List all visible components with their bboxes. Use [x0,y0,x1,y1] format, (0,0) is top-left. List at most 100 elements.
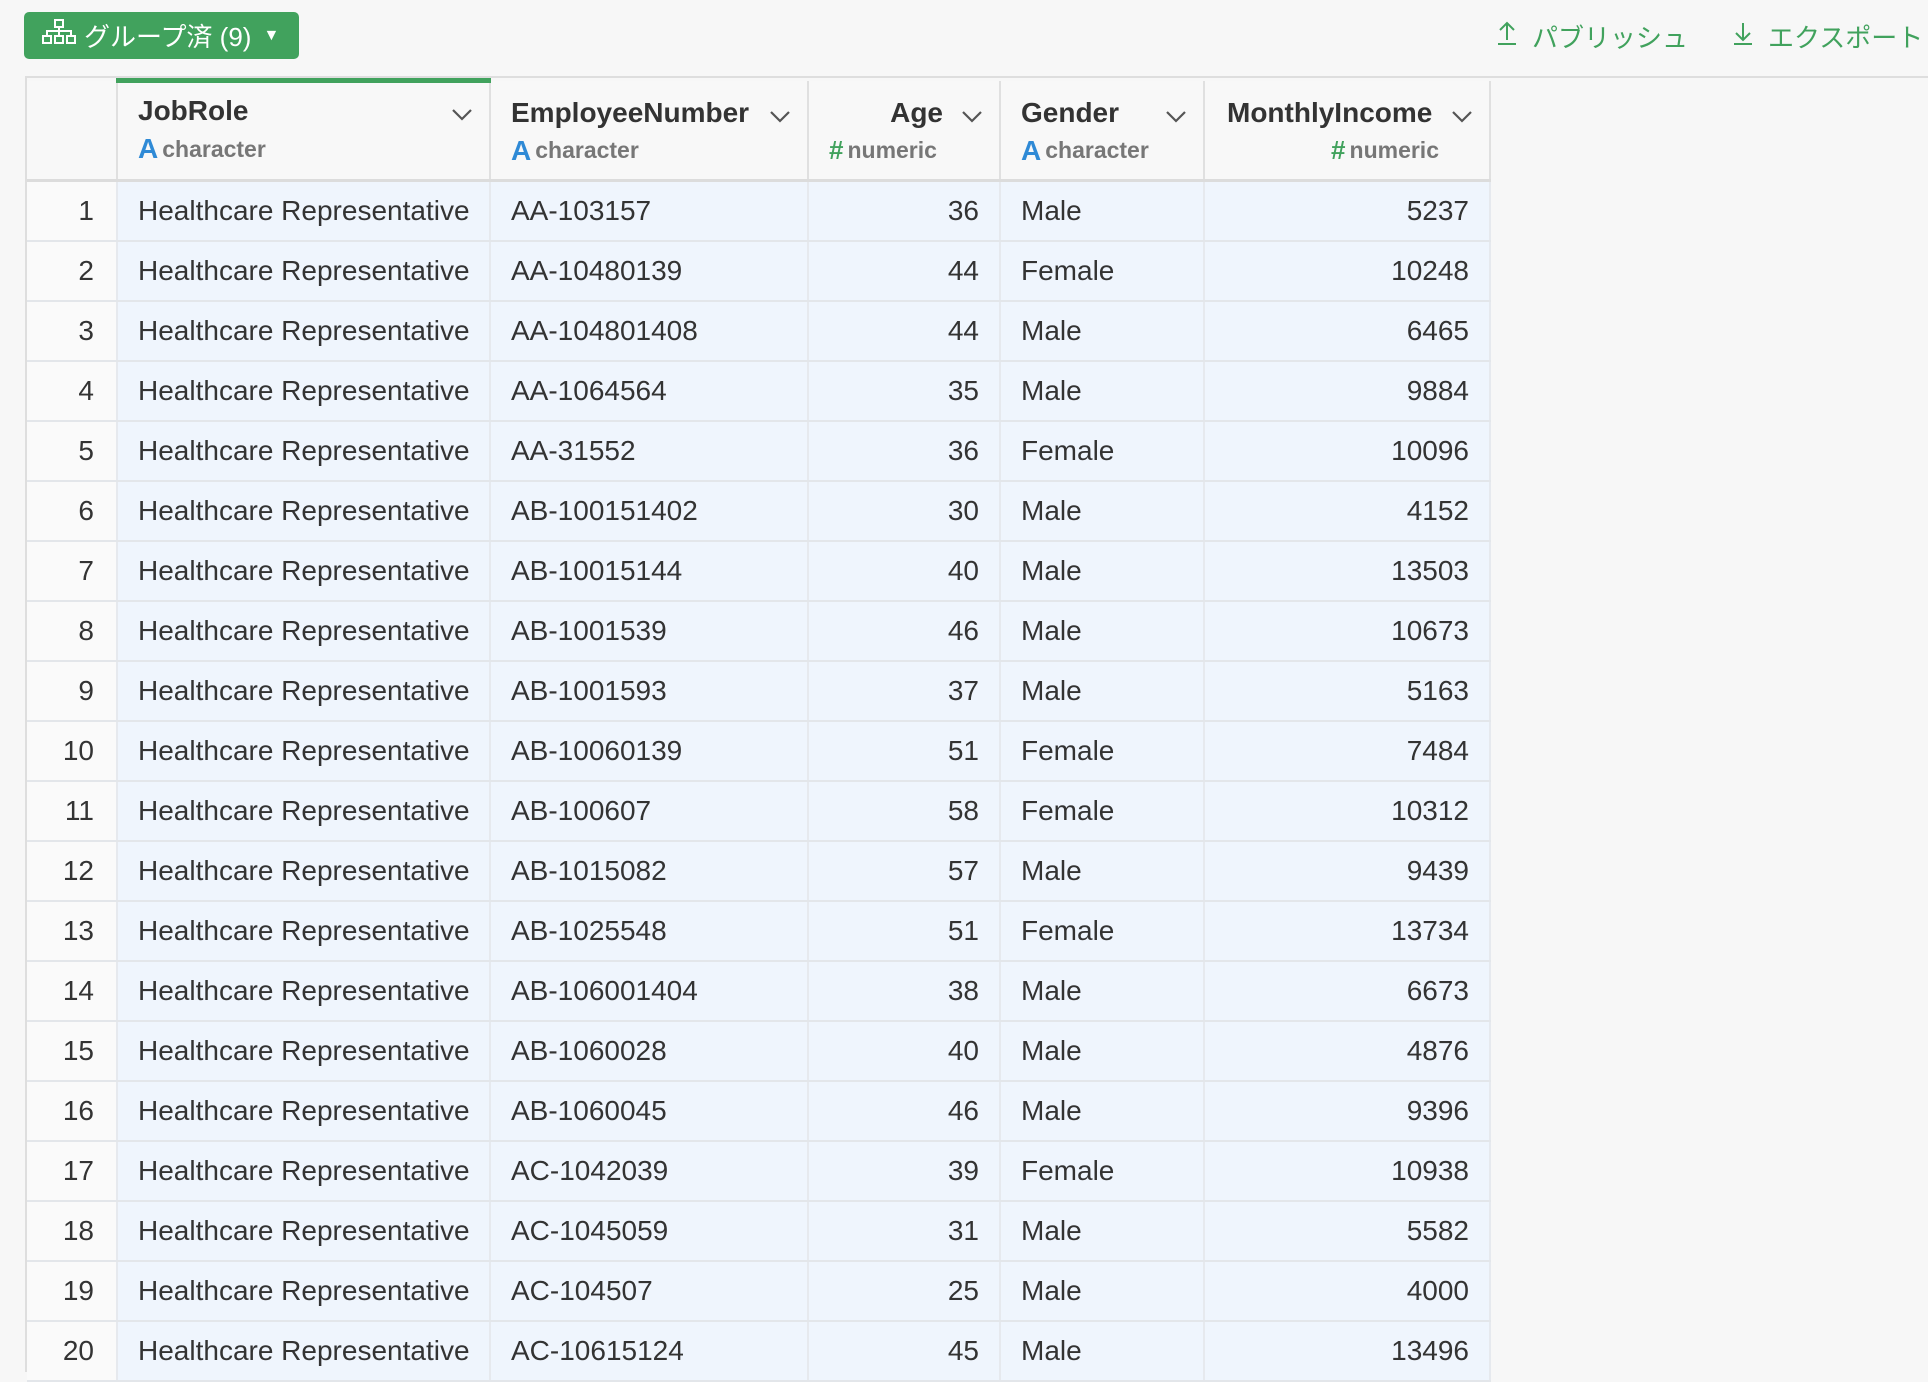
cell-jobrole[interactable]: Healthcare Representative [117,420,491,482]
chevron-down-icon[interactable] [767,103,793,129]
cell-gender[interactable]: Male [1000,660,1205,722]
cell-gender[interactable]: Female [1000,240,1205,302]
cell-age[interactable]: 25 [808,1260,1001,1322]
cell-employeenumber[interactable]: AA-104801408 [490,300,809,362]
cell-monthlyincome[interactable]: 13734 [1204,900,1491,962]
cell-jobrole[interactable]: Healthcare Representative [117,660,491,722]
cell-age[interactable]: 39 [808,1140,1001,1202]
cell-age[interactable]: 46 [808,600,1001,662]
cell-gender[interactable]: Male [1000,960,1205,1022]
cell-employeenumber[interactable]: AC-10615124 [490,1320,809,1382]
cell-jobrole[interactable]: Healthcare Representative [117,720,491,782]
cell-monthlyincome[interactable]: 10673 [1204,600,1491,662]
cell-employeenumber[interactable]: AB-1015082 [490,840,809,902]
cell-monthlyincome[interactable]: 10096 [1204,420,1491,482]
column-header-jobrole[interactable]: JobRole A character [117,78,491,182]
cell-gender[interactable]: Female [1000,420,1205,482]
cell-gender[interactable]: Male [1000,1320,1205,1382]
cell-jobrole[interactable]: Healthcare Representative [117,360,491,422]
chevron-down-icon[interactable] [1163,103,1189,129]
cell-employeenumber[interactable]: AB-1001539 [490,600,809,662]
chevron-down-icon[interactable] [959,103,985,129]
cell-jobrole[interactable]: Healthcare Representative [117,900,491,962]
chevron-down-icon[interactable] [1449,103,1475,129]
cell-employeenumber[interactable]: AB-1001593 [490,660,809,722]
cell-gender[interactable]: Male [1000,840,1205,902]
group-button[interactable]: グループ済 (9) ▼ [24,12,300,59]
cell-jobrole[interactable]: Healthcare Representative [117,1020,491,1082]
cell-jobrole[interactable]: Healthcare Representative [117,480,491,542]
cell-age[interactable]: 46 [808,1080,1001,1142]
cell-monthlyincome[interactable]: 9884 [1204,360,1491,422]
cell-employeenumber[interactable]: AB-100151402 [490,480,809,542]
cell-employeenumber[interactable]: AB-100607 [490,780,809,842]
cell-jobrole[interactable]: Healthcare Representative [117,1200,491,1262]
cell-age[interactable]: 58 [808,780,1001,842]
cell-jobrole[interactable]: Healthcare Representative [117,1140,491,1202]
cell-monthlyincome[interactable]: 9396 [1204,1080,1491,1142]
cell-monthlyincome[interactable]: 5163 [1204,660,1491,722]
cell-jobrole[interactable]: Healthcare Representative [117,600,491,662]
cell-jobrole[interactable]: Healthcare Representative [117,1080,491,1142]
cell-jobrole[interactable]: Healthcare Representative [117,1260,491,1322]
cell-monthlyincome[interactable]: 6465 [1204,300,1491,362]
cell-age[interactable]: 31 [808,1200,1001,1262]
cell-employeenumber[interactable]: AA-103157 [490,180,809,242]
cell-age[interactable]: 37 [808,660,1001,722]
cell-jobrole[interactable]: Healthcare Representative [117,540,491,602]
cell-gender[interactable]: Male [1000,1260,1205,1322]
cell-employeenumber[interactable]: AB-1025548 [490,900,809,962]
cell-age[interactable]: 38 [808,960,1001,1022]
cell-gender[interactable]: Male [1000,300,1205,362]
cell-employeenumber[interactable]: AC-1045059 [490,1200,809,1262]
cell-monthlyincome[interactable]: 4152 [1204,480,1491,542]
column-header-monthlyincome[interactable]: MonthlyIncome # numeric [1204,80,1491,182]
cell-monthlyincome[interactable]: 7484 [1204,720,1491,782]
cell-age[interactable]: 30 [808,480,1001,542]
cell-monthlyincome[interactable]: 6673 [1204,960,1491,1022]
cell-employeenumber[interactable]: AB-10060139 [490,720,809,782]
cell-employeenumber[interactable]: AB-10015144 [490,540,809,602]
cell-employeenumber[interactable]: AC-104507 [490,1260,809,1322]
cell-gender[interactable]: Female [1000,900,1205,962]
cell-jobrole[interactable]: Healthcare Representative [117,300,491,362]
cell-gender[interactable]: Male [1000,1080,1205,1142]
cell-monthlyincome[interactable]: 5582 [1204,1200,1491,1262]
cell-monthlyincome[interactable]: 10312 [1204,780,1491,842]
cell-employeenumber[interactable]: AA-10480139 [490,240,809,302]
cell-age[interactable]: 57 [808,840,1001,902]
column-header-employeenumber[interactable]: EmployeeNumber A character [490,80,809,182]
cell-gender[interactable]: Male [1000,360,1205,422]
cell-age[interactable]: 51 [808,720,1001,782]
cell-employeenumber[interactable]: AC-1042039 [490,1140,809,1202]
cell-age[interactable]: 44 [808,240,1001,302]
cell-employeenumber[interactable]: AA-31552 [490,420,809,482]
cell-jobrole[interactable]: Healthcare Representative [117,240,491,302]
cell-age[interactable]: 44 [808,300,1001,362]
cell-monthlyincome[interactable]: 5237 [1204,180,1491,242]
cell-gender[interactable]: Male [1000,180,1205,242]
cell-monthlyincome[interactable]: 4876 [1204,1020,1491,1082]
cell-gender[interactable]: Female [1000,720,1205,782]
cell-gender[interactable]: Female [1000,780,1205,842]
cell-employeenumber[interactable]: AB-106001404 [490,960,809,1022]
cell-monthlyincome[interactable]: 13503 [1204,540,1491,602]
cell-monthlyincome[interactable]: 4000 [1204,1260,1491,1322]
cell-employeenumber[interactable]: AB-1060045 [490,1080,809,1142]
cell-employeenumber[interactable]: AA-1064564 [490,360,809,422]
column-header-age[interactable]: Age # numeric [808,80,1001,182]
cell-gender[interactable]: Male [1000,1020,1205,1082]
cell-gender[interactable]: Male [1000,600,1205,662]
cell-monthlyincome[interactable]: 10938 [1204,1140,1491,1202]
cell-age[interactable]: 51 [808,900,1001,962]
cell-monthlyincome[interactable]: 13496 [1204,1320,1491,1382]
export-button[interactable]: エクスポート [1732,18,1928,55]
cell-jobrole[interactable]: Healthcare Representative [117,1320,491,1382]
cell-gender[interactable]: Male [1000,480,1205,542]
cell-monthlyincome[interactable]: 10248 [1204,240,1491,302]
cell-jobrole[interactable]: Healthcare Representative [117,780,491,842]
cell-jobrole[interactable]: Healthcare Representative [117,180,491,242]
cell-age[interactable]: 45 [808,1320,1001,1382]
cell-age[interactable]: 35 [808,360,1001,422]
column-header-gender[interactable]: Gender A character [1000,80,1205,182]
